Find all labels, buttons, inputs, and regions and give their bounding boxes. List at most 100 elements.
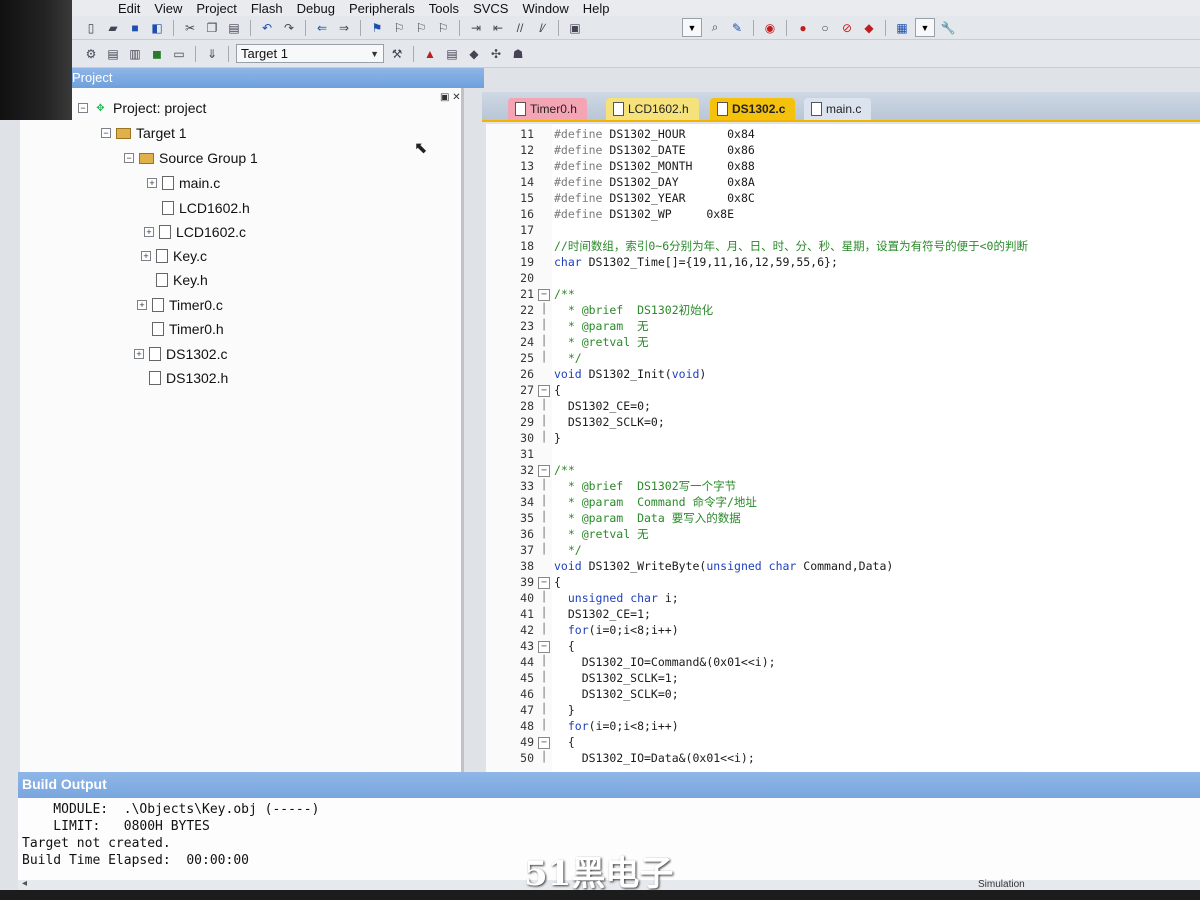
code-line[interactable]: 40 │ unsigned char i; — [486, 590, 1200, 606]
code-line[interactable]: 39−{ — [486, 574, 1200, 590]
tree-item-file[interactable]: Key.h — [141, 272, 208, 288]
uncomment-icon[interactable]: /∕ — [533, 20, 551, 36]
code-line[interactable]: 18 //时间数组，索引0~6分别为年、月、日、时、分、秒、星期，设置为有符号的便… — [486, 238, 1200, 254]
pin-icon[interactable]: ▣ ✕ — [440, 92, 461, 103]
tree-item-target[interactable]: − Target 1 — [101, 125, 187, 141]
code-line[interactable]: 26 void DS1302_Init(void) — [486, 366, 1200, 382]
file-extensions-icon[interactable]: ▲ — [421, 46, 439, 62]
code-editor[interactable]: 11 #define DS1302_HOUR 0x84 12 #define DS13… — [486, 124, 1200, 772]
unindent-icon[interactable]: ⇤ — [489, 20, 507, 36]
code-line[interactable]: 50 │ DS1302_IO=Data&(0x01<<i); — [486, 750, 1200, 766]
menu-flash[interactable]: Flash — [251, 1, 283, 16]
code-line[interactable]: 46 │ DS1302_SCLK=0; — [486, 686, 1200, 702]
prev-bookmark-icon[interactable]: ⚐ — [390, 20, 408, 36]
code-line[interactable]: 17 — [486, 222, 1200, 238]
paste-icon[interactable]: ▤ — [225, 20, 243, 36]
tree-item-file[interactable]: + LCD1602.c — [144, 224, 246, 240]
new-file-icon[interactable]: ▯ — [82, 20, 100, 36]
tree-item-source-group[interactable]: − Source Group 1 — [124, 150, 258, 166]
copy-icon[interactable]: ❐ — [203, 20, 221, 36]
open-folder-icon[interactable]: ▰ — [104, 20, 122, 36]
expand-icon[interactable]: + — [144, 227, 154, 237]
tree-item-project[interactable]: − ✥ Project: project — [78, 100, 206, 116]
code-line[interactable]: 44 │ DS1302_IO=Command&(0x01<<i); — [486, 654, 1200, 670]
menu-tools[interactable]: Tools — [429, 1, 459, 16]
kill-breakpoints-icon[interactable]: ⊘ — [838, 20, 856, 36]
code-line[interactable]: 43− { — [486, 638, 1200, 654]
download-icon[interactable]: ⇓ — [203, 46, 221, 62]
code-line[interactable]: 19 char DS1302_Time[]={19,11,16,12,59,55,… — [486, 254, 1200, 270]
collapse-icon[interactable]: − — [124, 153, 134, 163]
nav-back-icon[interactable]: ⇐ — [313, 20, 331, 36]
fold-collapse-icon[interactable]: − — [538, 464, 550, 477]
code-line[interactable]: 48 │ for(i=0;i<8;i++) — [486, 718, 1200, 734]
breakpoint-icon[interactable]: ● — [794, 20, 812, 36]
code-line[interactable]: 21−/** — [486, 286, 1200, 302]
code-line[interactable]: 45 │ DS1302_SCLK=1; — [486, 670, 1200, 686]
menu-svcs[interactable]: SVCS — [473, 1, 508, 16]
configure-icon[interactable]: 🔧 — [939, 20, 957, 36]
run-time-env-icon[interactable]: ☗ — [509, 46, 527, 62]
code-line[interactable]: 13 #define DS1302_MONTH 0x88 — [486, 158, 1200, 174]
tree-item-file[interactable]: + DS1302.c — [134, 346, 227, 362]
code-line[interactable]: 25 │ */ — [486, 350, 1200, 366]
scroll-left-icon[interactable]: ◂ — [22, 878, 27, 889]
tab-ds1302-c[interactable]: DS1302.c — [710, 98, 796, 120]
code-line[interactable]: 42 │ for(i=0;i<8;i++) — [486, 622, 1200, 638]
code-line[interactable]: 32−/** — [486, 462, 1200, 478]
window-layout-icon[interactable]: ▦ — [893, 20, 911, 36]
translate-icon[interactable]: ⚙ — [82, 46, 100, 62]
menu-edit[interactable]: Edit — [118, 1, 140, 16]
tab-main-c[interactable]: main.c — [804, 98, 872, 120]
code-line[interactable]: 47 │ } — [486, 702, 1200, 718]
expand-icon[interactable]: + — [141, 251, 151, 261]
build-icon[interactable]: ▤ — [104, 46, 122, 62]
undo-icon[interactable]: ↶ — [258, 20, 276, 36]
code-line[interactable]: 34 │ * @param Command 命令字/地址 — [486, 494, 1200, 510]
menu-help[interactable]: Help — [583, 1, 610, 16]
code-line[interactable]: 22 │ * @brief DS1302初始化 — [486, 302, 1200, 318]
code-line[interactable]: 30 │} — [486, 430, 1200, 446]
code-line[interactable]: 24 │ * @retval 无 — [486, 334, 1200, 350]
disable-breakpoint-icon[interactable]: ○ — [816, 20, 834, 36]
tree-item-file[interactable]: + main.c — [147, 175, 220, 191]
comment-icon[interactable]: // — [511, 20, 529, 36]
tab-lcd1602-h[interactable]: LCD1602.h — [606, 98, 699, 120]
cut-icon[interactable]: ✂ — [181, 20, 199, 36]
code-line[interactable]: 37 │ */ — [486, 542, 1200, 558]
fold-collapse-icon[interactable]: − — [538, 736, 550, 749]
collapse-icon[interactable]: − — [78, 103, 88, 113]
manage-components-icon[interactable]: ▤ — [443, 46, 461, 62]
menu-view[interactable]: View — [154, 1, 182, 16]
code-line[interactable]: 11 #define DS1302_HOUR 0x84 — [486, 126, 1200, 142]
redo-icon[interactable]: ↷ — [280, 20, 298, 36]
pack-installer-icon[interactable]: ✣ — [487, 46, 505, 62]
code-line[interactable]: 28 │ DS1302_CE=0; — [486, 398, 1200, 414]
code-line[interactable]: 38 void DS1302_WriteByte(unsigned char Co… — [486, 558, 1200, 574]
nav-forward-icon[interactable]: ⇒ — [335, 20, 353, 36]
window-layout-dropdown[interactable]: ▼ — [915, 18, 935, 37]
code-line[interactable]: 27−{ — [486, 382, 1200, 398]
find-in-files-icon[interactable]: ▣ — [566, 20, 584, 36]
menu-debug[interactable]: Debug — [297, 1, 335, 16]
save-icon[interactable]: ■ — [126, 20, 144, 36]
stop-build-icon[interactable]: ▭ — [170, 46, 188, 62]
tree-item-file[interactable]: Timer0.h — [137, 321, 224, 337]
rebuild-icon[interactable]: ▥ — [126, 46, 144, 62]
debug-session-icon[interactable]: ◉ — [761, 20, 779, 36]
fold-collapse-icon[interactable]: − — [538, 384, 550, 397]
tree-item-file[interactable]: DS1302.h — [134, 370, 228, 386]
replace-icon[interactable]: ✎ — [728, 20, 746, 36]
fold-collapse-icon[interactable]: − — [538, 576, 550, 589]
menu-project[interactable]: Project — [196, 1, 236, 16]
code-line[interactable]: 29 │ DS1302_SCLK=0; — [486, 414, 1200, 430]
code-line[interactable]: 31 — [486, 446, 1200, 462]
menu-peripherals[interactable]: Peripherals — [349, 1, 415, 16]
target-options-icon[interactable]: ⚒ — [388, 46, 406, 62]
code-line[interactable]: 20 — [486, 270, 1200, 286]
code-line[interactable]: 14 #define DS1302_DAY 0x8A — [486, 174, 1200, 190]
tree-item-file[interactable]: + Key.c — [141, 248, 207, 264]
code-line[interactable]: 36 │ * @retval 无 — [486, 526, 1200, 542]
bookmark-icon[interactable]: ⚑ — [368, 20, 386, 36]
fold-collapse-icon[interactable]: − — [538, 288, 550, 301]
